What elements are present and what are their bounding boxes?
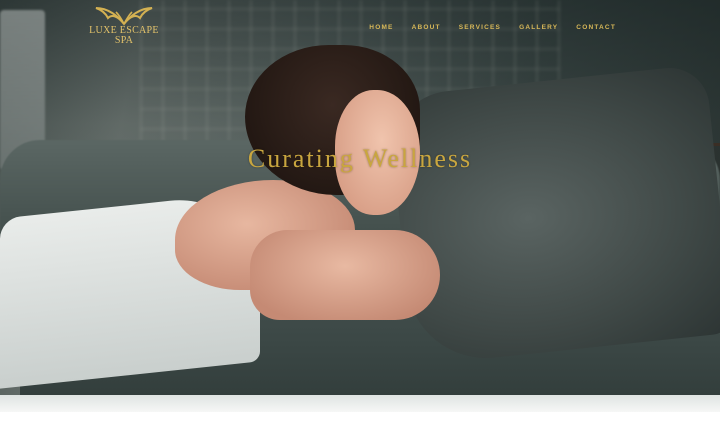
wings-emblem-icon: [95, 7, 153, 26]
brand-logo[interactable]: LUXE ESCAPE SPA: [84, 4, 164, 46]
main-nav: HOME ABOUT SERVICES GALLERY CONTACT: [360, 24, 625, 31]
woman-arm: [250, 230, 440, 320]
nav-services[interactable]: SERVICES: [450, 24, 510, 31]
nav-contact[interactable]: CONTACT: [567, 24, 625, 31]
nav-gallery[interactable]: GALLERY: [510, 24, 567, 31]
page-bottom-strip: [0, 412, 720, 439]
brand-name-line2: SPA: [114, 35, 134, 46]
floor: [0, 395, 720, 412]
hero-headline: Curating Wellness: [247, 144, 473, 173]
hero-section: LUXE ESCAPE SPA HOME ABOUT SERVICES GALL…: [0, 0, 720, 412]
nav-about[interactable]: ABOUT: [403, 24, 450, 31]
nav-home[interactable]: HOME: [360, 24, 402, 31]
grey-blanket: [386, 64, 720, 366]
